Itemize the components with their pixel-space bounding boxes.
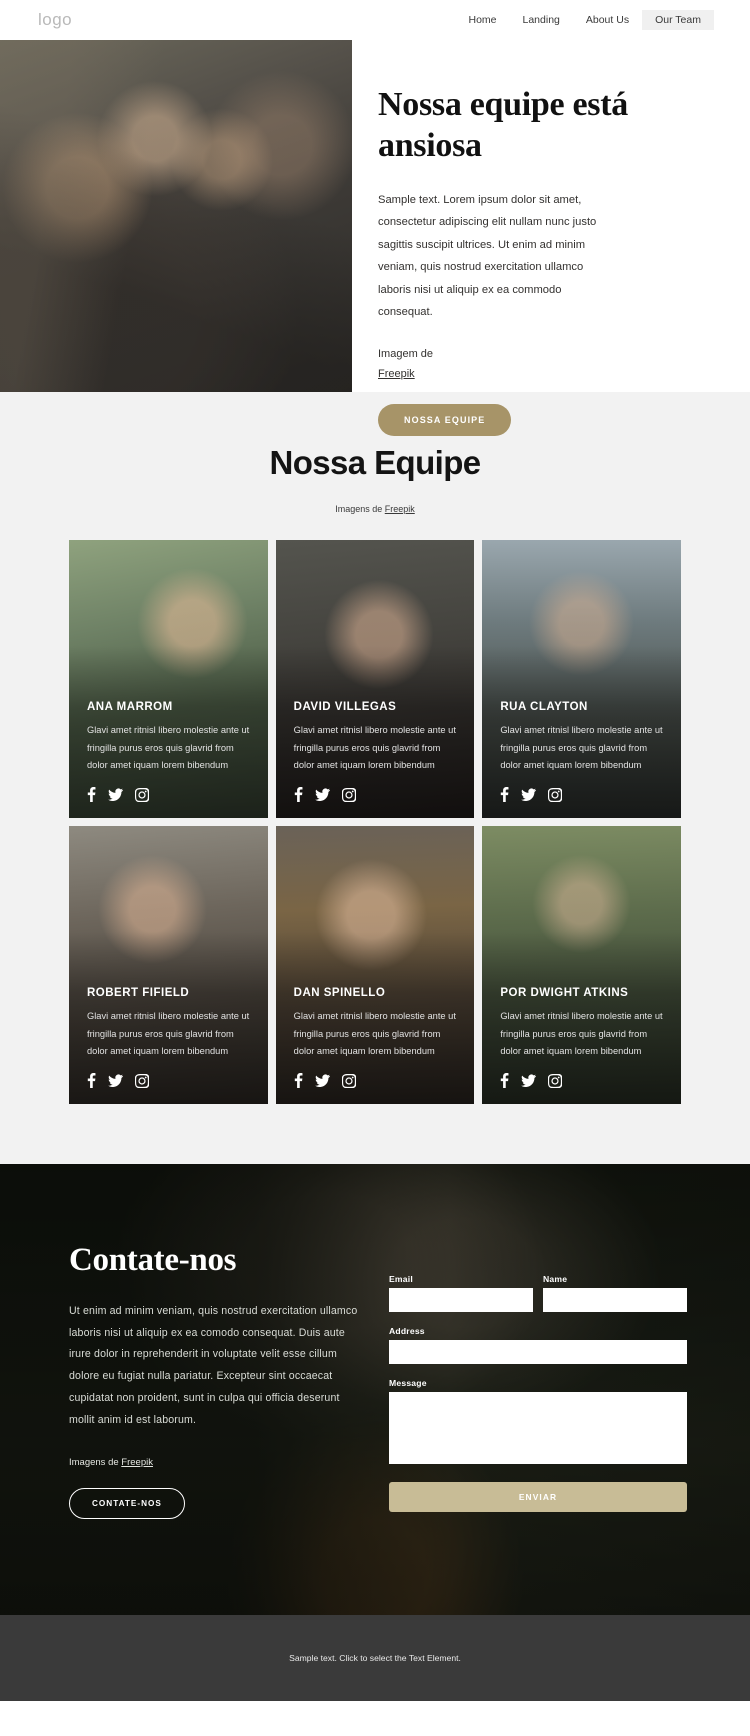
twitter-icon[interactable] bbox=[108, 1074, 123, 1087]
name-label: Name bbox=[543, 1274, 568, 1284]
team-member-description: Glavi amet ritnisl libero molestie ante … bbox=[293, 1011, 456, 1056]
hero-section: Nossa equipe está ansiosa Sample text. L… bbox=[0, 40, 750, 436]
team-member-description: Glavi amet ritnisl libero molestie ante … bbox=[87, 1011, 250, 1056]
email-label: Email bbox=[389, 1274, 413, 1284]
email-input[interactable] bbox=[389, 1288, 533, 1312]
address-field-group: Address bbox=[389, 1326, 687, 1364]
team-member-description: Glavi amet ritnisl libero molestie ante … bbox=[500, 1011, 663, 1056]
hero-body-text: Sample text. Lorem ipsum dolor sit amet,… bbox=[378, 193, 597, 318]
team-card[interactable]: ROBERT FIFIELD Glavi amet ritnisl libero… bbox=[69, 826, 268, 1104]
message-label: Message bbox=[389, 1378, 427, 1388]
facebook-icon[interactable] bbox=[294, 787, 303, 802]
facebook-icon[interactable] bbox=[500, 787, 509, 802]
footer-text: Sample text. Click to select the Text El… bbox=[289, 1653, 461, 1664]
instagram-icon[interactable] bbox=[135, 787, 149, 802]
contact-cta-button[interactable]: CONTATE-NOS bbox=[69, 1488, 185, 1520]
contact-content: Contate-nos Ut enim ad minim veniam, qui… bbox=[69, 1242, 389, 1520]
team-grid: ANA MARROM Glavi amet ritnisl libero mol… bbox=[69, 540, 681, 1104]
site-logo[interactable]: logo bbox=[38, 10, 72, 30]
facebook-icon[interactable] bbox=[87, 1073, 96, 1088]
team-card[interactable]: RUA CLAYTON Glavi amet ritnisl libero mo… bbox=[482, 540, 681, 818]
twitter-icon[interactable] bbox=[108, 788, 123, 801]
hero-image-layer-overlay bbox=[0, 40, 352, 392]
message-textarea[interactable] bbox=[389, 1392, 687, 1464]
twitter-icon[interactable] bbox=[314, 1074, 330, 1087]
main-navigation: Home Landing About Us Our Team bbox=[455, 9, 714, 31]
facebook-icon[interactable] bbox=[87, 787, 96, 802]
team-member-name: DAVID VILLEGAS bbox=[293, 701, 397, 714]
hero-credit-link[interactable]: Freepik bbox=[378, 368, 415, 380]
team-member-description: Glavi amet ritnisl libero molestie ante … bbox=[293, 725, 456, 770]
nav-item-landing[interactable]: Landing bbox=[510, 10, 573, 31]
team-credit-prefix: Imagens de bbox=[335, 504, 385, 514]
social-links bbox=[500, 1073, 663, 1088]
team-member-name: RUA CLAYTON bbox=[500, 701, 588, 714]
name-input[interactable] bbox=[543, 1288, 687, 1312]
team-credit-link[interactable]: Freepik bbox=[385, 504, 415, 514]
instagram-icon[interactable] bbox=[548, 1073, 563, 1088]
team-card[interactable]: POR DWIGHT ATKINS Glavi amet ritnisl lib… bbox=[482, 826, 681, 1104]
contact-credit-link[interactable]: Freepik bbox=[121, 1457, 153, 1468]
hero-cta-button[interactable]: NOSSA EQUIPE bbox=[378, 403, 512, 436]
instagram-icon[interactable] bbox=[341, 787, 356, 802]
social-links bbox=[294, 787, 457, 802]
twitter-icon[interactable] bbox=[521, 1074, 537, 1087]
hero-image bbox=[0, 40, 352, 392]
contact-image-credit: Imagens de Freepik bbox=[69, 1457, 359, 1468]
submit-button[interactable]: ENVIAR bbox=[389, 1482, 687, 1512]
team-member-description: Glavi amet ritnisl libero molestie ante … bbox=[87, 725, 250, 770]
hero-title: Nossa equipe está ansiosa bbox=[378, 86, 628, 165]
contact-title: Contate-nos bbox=[69, 1242, 237, 1278]
team-section-title: Nossa Equipe bbox=[269, 444, 481, 481]
instagram-icon[interactable] bbox=[341, 1073, 356, 1088]
team-card[interactable]: DAVID VILLEGAS Glavi amet ritnisl libero… bbox=[275, 540, 475, 818]
instagram-icon[interactable] bbox=[548, 787, 563, 802]
site-header: logo Home Landing About Us Our Team bbox=[0, 0, 750, 40]
contact-section: Contate-nos Ut enim ad minim veniam, qui… bbox=[0, 1164, 750, 1616]
social-links bbox=[294, 1073, 457, 1088]
twitter-icon[interactable] bbox=[521, 788, 537, 801]
team-member-description: Glavi amet ritnisl libero molestie ante … bbox=[500, 725, 663, 770]
facebook-icon[interactable] bbox=[500, 1073, 509, 1088]
nav-item-our-team[interactable]: Our Team bbox=[642, 9, 714, 31]
address-label: Address bbox=[389, 1326, 425, 1336]
team-member-name: DAN SPINELLO bbox=[293, 987, 386, 1000]
name-field-group: Name bbox=[543, 1274, 687, 1312]
team-card[interactable]: DAN SPINELLO Glavi amet ritnisl libero m… bbox=[275, 826, 475, 1104]
contact-credit-prefix: Imagens de bbox=[69, 1457, 122, 1469]
hero-content: Nossa equipe está ansiosa Sample text. L… bbox=[352, 40, 750, 436]
twitter-icon[interactable] bbox=[314, 788, 330, 801]
team-card[interactable]: ANA MARROM Glavi amet ritnisl libero mol… bbox=[69, 540, 268, 818]
social-links bbox=[87, 1073, 250, 1088]
hero-image-credit: Imagem de Freepik bbox=[378, 345, 672, 384]
contact-form: Email Name Address Message ENVIAR bbox=[389, 1242, 687, 1519]
facebook-icon[interactable] bbox=[294, 1073, 303, 1088]
email-field-group: Email bbox=[389, 1274, 533, 1312]
team-member-name: POR DWIGHT ATKINS bbox=[500, 987, 629, 1000]
nav-item-about-us[interactable]: About Us bbox=[573, 10, 642, 31]
team-member-name: ROBERT FIFIELD bbox=[87, 987, 190, 1000]
nav-item-home[interactable]: Home bbox=[455, 10, 509, 31]
hero-credit-prefix: Imagem de bbox=[378, 348, 434, 361]
team-section: Nossa Equipe Imagens de Freepik ANA MARR… bbox=[0, 392, 750, 1164]
instagram-icon[interactable] bbox=[135, 1073, 149, 1088]
team-image-credit: Imagens de Freepik bbox=[0, 504, 750, 514]
address-input[interactable] bbox=[389, 1340, 687, 1364]
social-links bbox=[87, 787, 250, 802]
contact-body-text: Ut enim ad minim veniam, quis nostrud ex… bbox=[69, 1305, 358, 1426]
site-footer: Sample text. Click to select the Text El… bbox=[0, 1615, 750, 1702]
social-links bbox=[500, 787, 663, 802]
message-field-group: Message bbox=[389, 1378, 687, 1464]
team-member-name: ANA MARROM bbox=[87, 701, 173, 714]
